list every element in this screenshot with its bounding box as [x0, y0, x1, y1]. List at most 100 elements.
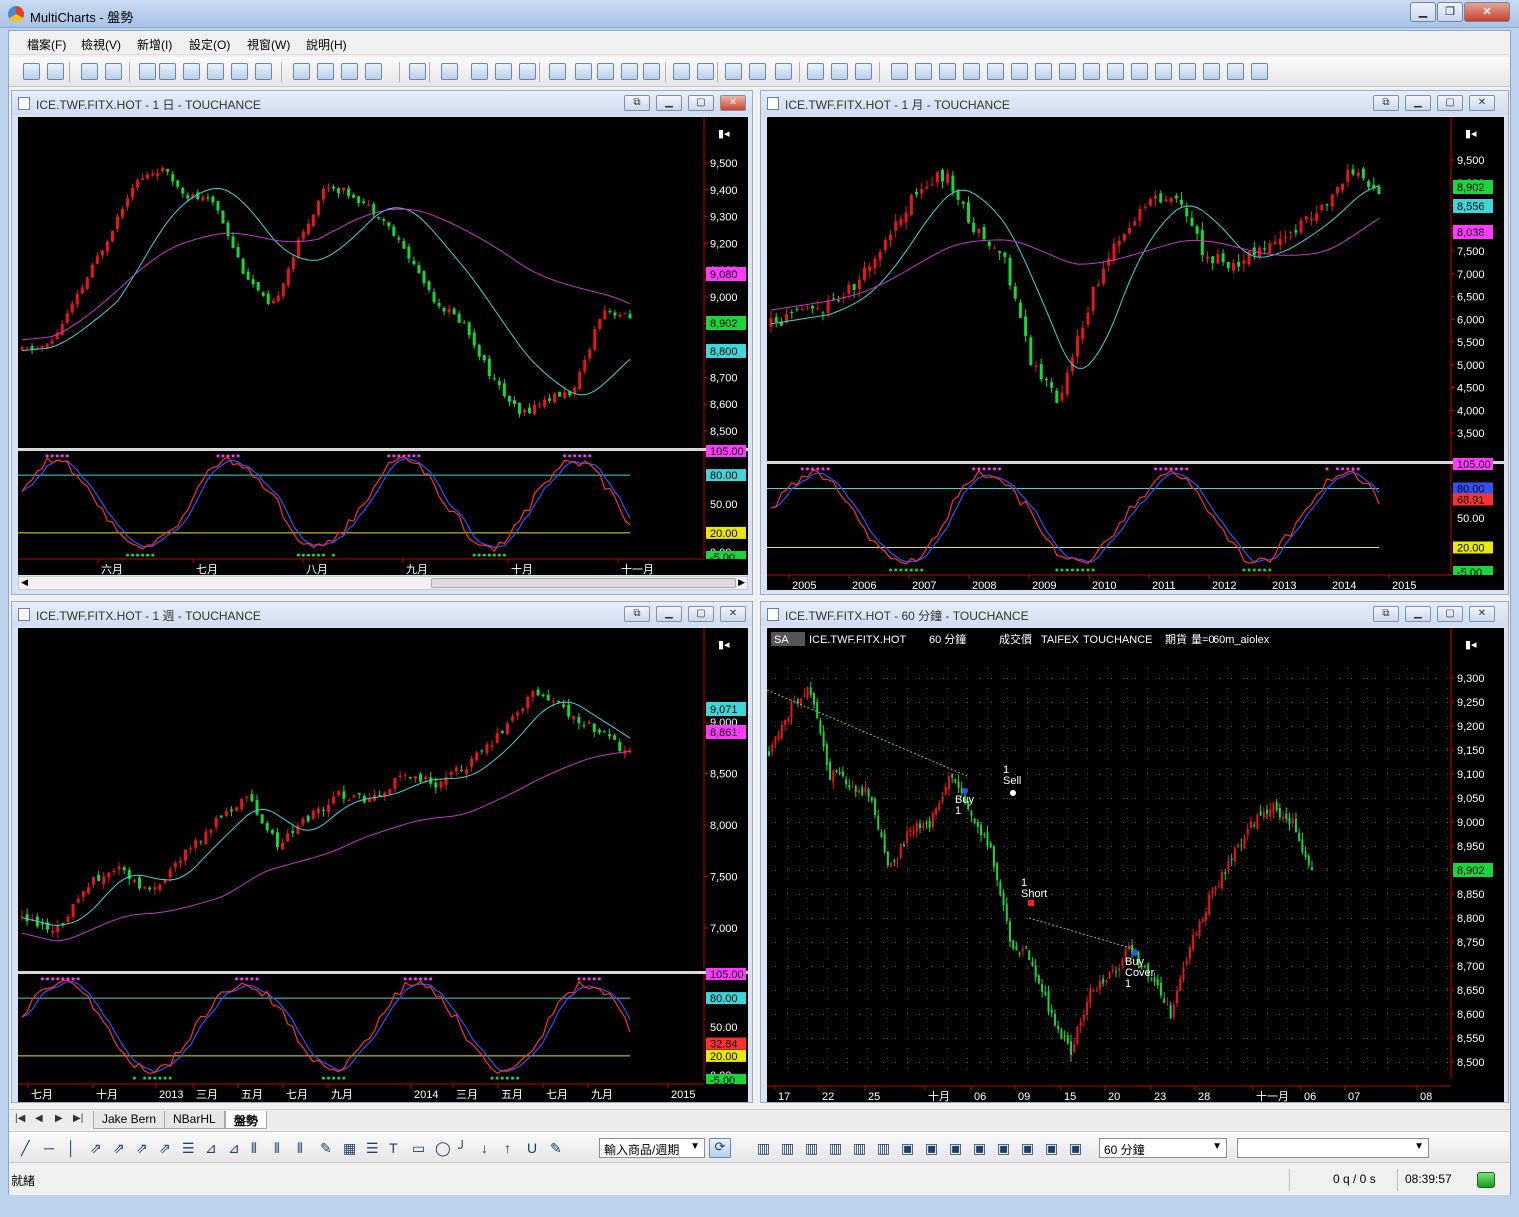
tab-nbarhl[interactable]: NBarHL — [164, 1111, 225, 1129]
daily-chart-svg[interactable]: ▮◂9,5009,4009,3009,2009,1009,0008,9008,8… — [18, 117, 748, 575]
toolbar-button-icon[interactable] — [105, 63, 122, 80]
chart-type-icon[interactable]: ▣ — [973, 1140, 986, 1157]
drawing-tool-icon[interactable]: ⫴ — [251, 1140, 257, 1157]
tab-last-icon[interactable]: ▶| — [73, 1113, 83, 1124]
toolbar-button-icon[interactable] — [231, 63, 248, 80]
drawing-tool-icon[interactable]: ▭ — [412, 1140, 425, 1157]
toolbar-button-icon[interactable] — [23, 63, 40, 80]
window-minimize-button[interactable]: ▁ — [656, 95, 682, 111]
drawing-tool-icon[interactable]: │ — [67, 1140, 76, 1156]
menu-window[interactable]: 視窗(W) — [247, 36, 290, 53]
toolbar-button-icon[interactable] — [159, 63, 176, 80]
chart-type-icon[interactable]: ▥ — [853, 1140, 866, 1157]
chart-type-icon[interactable]: ▥ — [829, 1140, 842, 1157]
maximize-button[interactable]: ❐ — [1437, 2, 1463, 22]
tab-first-icon[interactable]: |◀ — [15, 1113, 25, 1124]
toolbar-button-icon[interactable] — [341, 63, 358, 80]
drawing-tool-icon[interactable]: ↓ — [481, 1140, 488, 1156]
window-minimize-button[interactable]: ▁ — [1405, 95, 1431, 111]
interval-combo[interactable]: 60 分鐘 ▼ — [1099, 1138, 1227, 1158]
close-button[interactable]: ✕ — [1464, 2, 1510, 22]
toolbar-button-icon[interactable] — [575, 63, 592, 80]
toolbar-button-icon[interactable] — [441, 63, 458, 80]
drawing-tool-icon[interactable]: ⇗ — [159, 1140, 171, 1157]
toolbar-button-icon[interactable] — [673, 63, 690, 80]
chart-window-monthly[interactable]: ICE.TWF.FITX.HOT - 1 月 - TOUCHANCE ⧉ ▁ ▢… — [760, 90, 1509, 595]
tab-jake-bern[interactable]: Jake Bern — [93, 1111, 166, 1129]
chart-type-icon[interactable]: ▥ — [757, 1140, 770, 1157]
window-close-button[interactable]: ✕ — [720, 606, 746, 622]
window-close-button[interactable]: ✕ — [720, 95, 746, 111]
toolbar-button-icon[interactable] — [81, 63, 98, 80]
refresh-icon[interactable]: ⟳ — [709, 1138, 731, 1158]
menu-view[interactable]: 檢視(V) — [81, 36, 121, 53]
toolbar-button-icon[interactable] — [1083, 63, 1100, 80]
drawing-tool-icon[interactable]: ╯ — [458, 1140, 466, 1157]
minimize-button[interactable]: ▁ — [1410, 2, 1436, 22]
toolbar-button-icon[interactable] — [1227, 63, 1244, 80]
scroll-right-icon[interactable]: ▶ — [738, 577, 745, 588]
drawing-tool-icon[interactable]: T — [389, 1140, 398, 1156]
hourly-chart-svg[interactable]: SA ICE.TWF.FITX.HOT 60 分鐘 成交價 TAIFEX TOUCHANC… — [767, 628, 1504, 1102]
toolbar-button-icon[interactable] — [1035, 63, 1052, 80]
chart-type-icon[interactable]: ▥ — [805, 1140, 818, 1157]
toolbar-button-icon[interactable] — [47, 63, 64, 80]
restore-layout-button[interactable]: ⧉ — [624, 606, 650, 622]
chart-window-hourly[interactable]: ICE.TWF.FITX.HOT - 60 分鐘 - TOUCHANCE ⧉ ▁… — [760, 601, 1509, 1103]
toolbar-button-icon[interactable] — [549, 63, 566, 80]
toolbar-button-icon[interactable] — [1107, 63, 1124, 80]
drawing-tool-icon[interactable]: ✎ — [320, 1140, 332, 1157]
toolbar-button-icon[interactable] — [1059, 63, 1076, 80]
toolbar-button-icon[interactable] — [139, 63, 156, 80]
chart-window-daily[interactable]: ICE.TWF.FITX.HOT - 1 日 - TOUCHANCE ⧉ ▁ ▢… — [11, 90, 753, 595]
toolbar-button-icon[interactable] — [855, 63, 872, 80]
restore-layout-button[interactable]: ⧉ — [624, 95, 650, 111]
toolbar-button-icon[interactable] — [775, 63, 792, 80]
toolbar-button-icon[interactable] — [987, 63, 1004, 80]
tab-next-icon[interactable]: ▶ — [55, 1113, 63, 1124]
drawing-tool-icon[interactable]: ⫴ — [297, 1140, 303, 1157]
toolbar-button-icon[interactable] — [1203, 63, 1220, 80]
toolbar-button-icon[interactable] — [643, 63, 660, 80]
chart-type-icon[interactable]: ▣ — [1021, 1140, 1034, 1157]
search-combo[interactable]: ▼ — [1237, 1138, 1429, 1158]
toolbar-button-icon[interactable] — [1155, 63, 1172, 80]
chart-type-icon[interactable]: ▣ — [901, 1140, 914, 1157]
toolbar-button-icon[interactable] — [317, 63, 334, 80]
toolbar-button-icon[interactable] — [939, 63, 956, 80]
restore-layout-button[interactable]: ⧉ — [1373, 95, 1399, 111]
chart-type-icon[interactable]: ▥ — [877, 1140, 890, 1157]
window-close-button[interactable]: ✕ — [1469, 95, 1495, 111]
toolbar-button-icon[interactable] — [519, 63, 536, 80]
window-close-button[interactable]: ✕ — [1469, 606, 1495, 622]
window-maximize-button[interactable]: ▢ — [688, 95, 714, 111]
toolbar-button-icon[interactable] — [293, 63, 310, 80]
toolbar-button-icon[interactable] — [807, 63, 824, 80]
drawing-tool-icon[interactable]: ⇗ — [90, 1140, 102, 1157]
chart-type-icon[interactable]: ▣ — [925, 1140, 938, 1157]
menu-settings[interactable]: 設定(O) — [189, 36, 230, 53]
monthly-chart-area[interactable]: ▮◂9,5009,0008,5008,0007,5007,0006,5006,0… — [767, 117, 1504, 590]
weekly-chart-svg[interactable]: ▮◂9,0008,5008,0007,5007,0009,0718,861105… — [18, 628, 748, 1102]
drawing-tool-icon[interactable]: ↑ — [504, 1140, 511, 1156]
toolbar-button-icon[interactable] — [697, 63, 714, 80]
horizontal-scrollbar[interactable]: ◀ ▶ — [18, 576, 748, 590]
window-minimize-button[interactable]: ▁ — [656, 606, 682, 622]
chart-window-weekly[interactable]: ICE.TWF.FITX.HOT - 1 週 - TOUCHANCE ⧉ ▁ ▢… — [11, 601, 753, 1103]
drawing-tool-icon[interactable]: ─ — [44, 1140, 54, 1156]
symbol-interval-combo[interactable]: 輸入商品/週期 ▼ — [599, 1138, 705, 1158]
drawing-tool-icon[interactable]: ⫴ — [274, 1140, 280, 1157]
daily-chart-area[interactable]: ▮◂9,5009,4009,3009,2009,1009,0008,9008,8… — [18, 117, 748, 575]
toolbar-button-icon[interactable] — [255, 63, 272, 80]
toolbar-button-icon[interactable] — [409, 63, 426, 80]
chart-type-icon[interactable]: ▣ — [997, 1140, 1010, 1157]
toolbar-button-icon[interactable] — [365, 63, 382, 80]
window-maximize-button[interactable]: ▢ — [1437, 606, 1463, 622]
toolbar-button-icon[interactable] — [1131, 63, 1148, 80]
chart-type-icon[interactable]: ▣ — [1069, 1140, 1082, 1157]
toolbar-button-icon[interactable] — [891, 63, 908, 80]
hourly-chart-area[interactable]: SA ICE.TWF.FITX.HOT 60 分鐘 成交價 TAIFEX TOUCHANC… — [767, 628, 1504, 1102]
toolbar-button-icon[interactable] — [1179, 63, 1196, 80]
toolbar-button-icon[interactable] — [725, 63, 742, 80]
toolbar-button-icon[interactable] — [963, 63, 980, 80]
